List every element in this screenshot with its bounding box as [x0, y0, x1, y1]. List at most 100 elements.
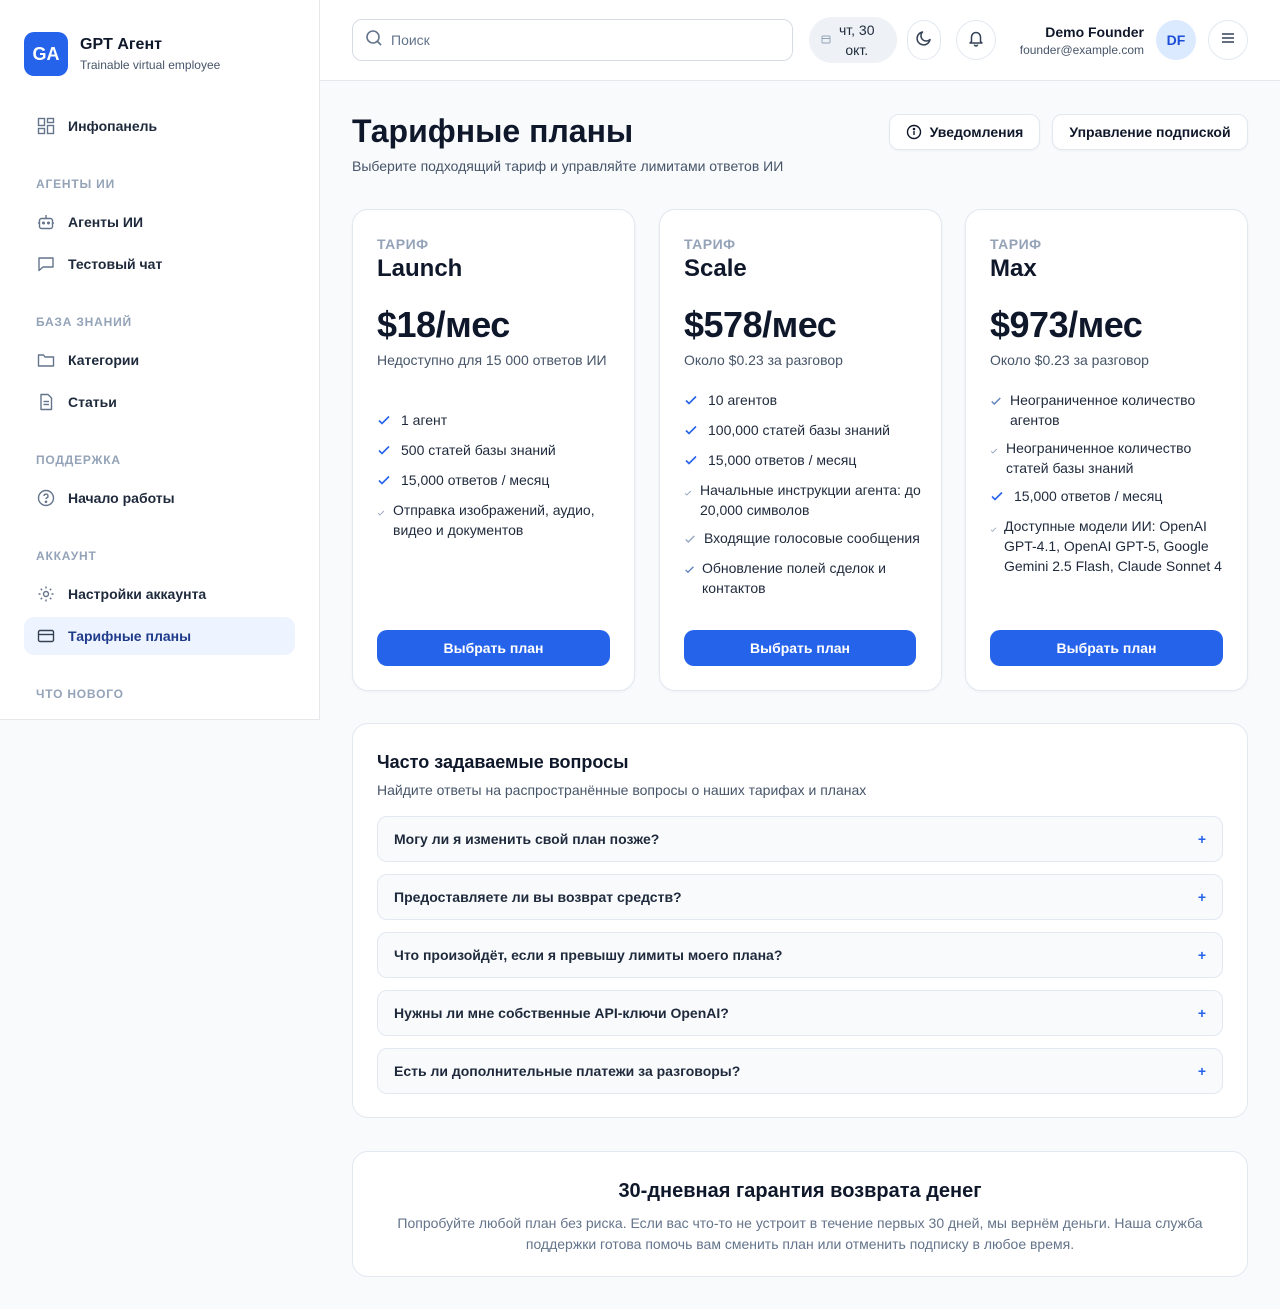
user-name: Demo Founder [1045, 24, 1144, 40]
avatar[interactable]: DF [1156, 20, 1196, 60]
plan-card-max: ТАРИФ Max $973/мес Около $0.23 за разгов… [965, 209, 1248, 691]
user-info[interactable]: Demo Founder founder@example.com [1020, 22, 1144, 58]
plan-name: Scale [684, 255, 747, 282]
faq-item[interactable]: Нужны ли мне собственные API-ключи OpenA… [377, 990, 1223, 1036]
plus-icon: + [1197, 889, 1206, 905]
choose-plan-button[interactable]: Выбрать план [990, 630, 1223, 666]
plus-icon: + [1197, 947, 1206, 963]
faq-item[interactable]: Предоставляете ли вы возврат средств? + [377, 874, 1223, 920]
plus-icon: + [1197, 831, 1206, 847]
check-icon [684, 480, 694, 520]
check-icon [990, 390, 1004, 430]
plus-icon: + [1197, 1005, 1206, 1021]
check-icon [377, 410, 393, 432]
choose-plan-button[interactable]: Выбрать план [684, 630, 916, 666]
feature-item: Обновление полей сделок и контактов [684, 558, 924, 598]
calendar-icon [821, 31, 831, 49]
search-box[interactable] [352, 19, 793, 61]
feature-item: Доступные модели ИИ: OpenAI GPT-4.1, Ope… [990, 516, 1230, 576]
feature-item: Входящие голосовые сообщения [684, 528, 924, 550]
sidebar-item-test-chat[interactable]: Тестовый чат [24, 245, 295, 283]
plan-note: Около $0.23 за разговор [990, 352, 1149, 368]
search-input[interactable] [391, 32, 771, 48]
faq-question: Что произойдёт, если я превышу лимиты мо… [394, 947, 783, 963]
feature-list: Неограниченное количество агентов Неогра… [990, 390, 1230, 584]
plan-card-launch: ТАРИФ Launch $18/мес Недоступно для 15 0… [352, 209, 635, 691]
page-title: Тарифные планы [352, 113, 634, 149]
bot-icon [36, 212, 56, 232]
moon-icon [915, 29, 933, 52]
date-pill[interactable]: чт, 30 окт. [809, 17, 897, 63]
sidebar-item-label: Тестовый чат [68, 256, 163, 272]
feature-item: Отправка изображений, аудио, видео и док… [377, 500, 617, 540]
check-icon [990, 438, 1000, 478]
feature-item: 15,000 ответов / месяц [377, 470, 617, 492]
feature-item: 15,000 ответов / месяц [684, 450, 924, 472]
plan-label: ТАРИФ [377, 236, 429, 252]
brand-title: GPT Агент [80, 36, 162, 53]
sidebar-item-plans[interactable]: Тарифные планы [24, 617, 295, 655]
check-icon [377, 470, 393, 492]
sidebar-item-dashboard[interactable]: Инфопанель [24, 107, 295, 145]
feature-item: Неограниченное количество статей базы зн… [990, 438, 1230, 478]
check-icon [377, 440, 393, 462]
manage-subscription-button[interactable]: Управление подпиской [1052, 114, 1248, 150]
plan-note: Около $0.23 за разговор [684, 352, 843, 368]
date-line-1: чт, 30 [839, 22, 875, 38]
search-icon [365, 29, 383, 52]
document-icon [36, 392, 56, 412]
faq-item[interactable]: Есть ли дополнительные платежи за разгов… [377, 1048, 1223, 1094]
section-label-kb: БАЗА ЗНАНИЙ [36, 315, 132, 329]
theme-toggle-button[interactable] [907, 20, 941, 60]
sidebar-item-agents[interactable]: Агенты ИИ [24, 203, 295, 241]
hamburger-icon [1219, 29, 1237, 52]
faq-item[interactable]: Могу ли я изменить свой план позже? + [377, 816, 1223, 862]
faq-item[interactable]: Что произойдёт, если я превышу лимиты мо… [377, 932, 1223, 978]
feature-list: 1 агент 500 статей базы знаний 15,000 от… [377, 410, 617, 548]
sidebar: GA GPT Агент Trainable virtual employee … [0, 0, 320, 720]
sidebar-item-articles[interactable]: Статьи [24, 383, 295, 421]
plan-label: ТАРИФ [684, 236, 736, 252]
faq-question: Есть ли дополнительные платежи за разгов… [394, 1063, 741, 1079]
feature-list: 10 агентов 100,000 статей базы знаний 15… [684, 390, 924, 606]
section-label-news: ЧТО НОВОГО [36, 687, 124, 701]
faq-section: Часто задаваемые вопросы Найдите ответы … [352, 723, 1248, 1118]
plan-card-scale: ТАРИФ Scale $578/мес Около $0.23 за разг… [659, 209, 942, 691]
sidebar-item-getting-started[interactable]: Начало работы [24, 479, 295, 517]
feature-item: 10 агентов [684, 390, 924, 412]
info-icon [906, 124, 922, 140]
faq-subtitle: Найдите ответы на распространённые вопро… [377, 782, 867, 798]
guarantee-section: 30-дневная гарантия возврата денег Попро… [352, 1151, 1248, 1277]
plan-name: Max [990, 255, 1037, 282]
sidebar-item-label: Настройки аккаунта [68, 586, 207, 602]
credit-card-icon [36, 626, 56, 646]
feature-item: Начальные инструкции агента: до 20,000 с… [684, 480, 924, 520]
sidebar-item-account-settings[interactable]: Настройки аккаунта [24, 575, 295, 613]
date-line-2: окт. [845, 42, 869, 58]
guarantee-title: 30-дневная гарантия возврата денег [618, 1180, 982, 1202]
feature-item: 1 агент [377, 410, 617, 432]
notifications-button[interactable] [956, 20, 996, 60]
choose-plan-button[interactable]: Выбрать план [377, 630, 610, 666]
feature-item: 15,000 ответов / месяц [990, 486, 1230, 508]
feature-item: 500 статей базы знаний [377, 440, 617, 462]
section-label-account: АККАУНТ [36, 549, 97, 563]
sidebar-item-label: Тарифные планы [68, 628, 192, 644]
button-label: Уведомления [929, 124, 1024, 140]
plan-note: Недоступно для 15 000 ответов ИИ [377, 352, 607, 368]
brand-subtitle: Trainable virtual employee [80, 58, 221, 72]
brand[interactable]: GA GPT Агент Trainable virtual employee [24, 32, 220, 76]
plan-price: $973/мес [990, 304, 1143, 345]
feature-item: 100,000 статей базы знаний [684, 420, 924, 442]
feature-item: Неограниченное количество агентов [990, 390, 1230, 430]
check-icon [990, 516, 998, 576]
notifications-settings-button[interactable]: Уведомления [889, 114, 1040, 150]
faq-question: Нужны ли мне собственные API-ключи OpenA… [394, 1005, 729, 1021]
check-icon [684, 420, 700, 442]
user-email: founder@example.com [1019, 43, 1144, 57]
sidebar-item-label: Начало работы [68, 490, 175, 506]
folder-icon [36, 350, 56, 370]
sidebar-item-categories[interactable]: Категории [24, 341, 295, 379]
check-icon [684, 390, 700, 412]
menu-button[interactable] [1208, 20, 1248, 60]
